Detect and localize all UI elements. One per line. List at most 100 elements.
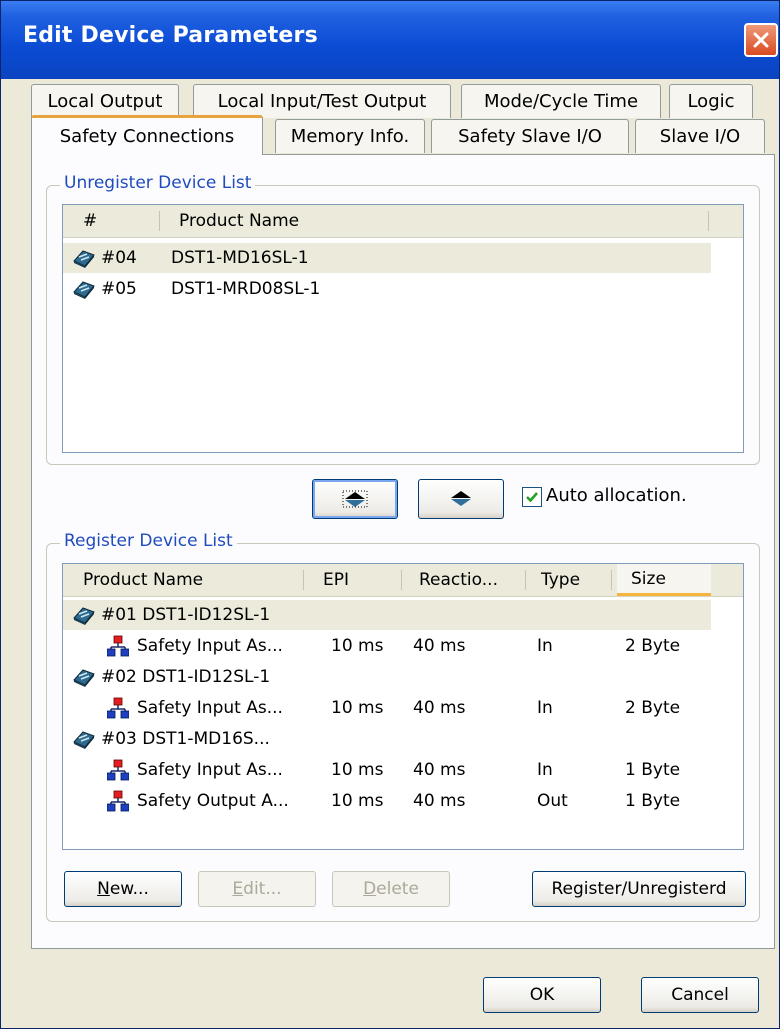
button-mnemonic: E bbox=[232, 879, 244, 899]
button-mnemonic: D bbox=[363, 879, 377, 899]
device-icon bbox=[71, 600, 97, 630]
edit-button[interactable]: Edit... bbox=[198, 871, 316, 907]
close-button[interactable] bbox=[744, 23, 778, 57]
cancel-button[interactable]: Cancel bbox=[641, 977, 759, 1013]
tab-memory-info[interactable]: Memory Info. bbox=[275, 119, 425, 153]
connection-reaction: 40 ms bbox=[413, 791, 466, 811]
connection-epi: 10 ms bbox=[331, 760, 384, 780]
device-label: #01 DST1-ID12SL-1 bbox=[101, 605, 271, 625]
unregister-device-list[interactable]: # Product Name #04 DST1-MD16SL-1 #05 DST… bbox=[62, 204, 744, 453]
register-unregister-button[interactable]: Register/Unregisterd bbox=[532, 871, 746, 907]
new-button[interactable]: New... bbox=[64, 871, 182, 907]
column-separator[interactable] bbox=[303, 570, 304, 590]
close-icon bbox=[753, 32, 769, 48]
connection-icon bbox=[107, 786, 129, 816]
connection-type: In bbox=[537, 636, 553, 656]
title-bar[interactable]: Edit Device Parameters bbox=[1, 1, 779, 79]
unregister-move-up-button[interactable] bbox=[418, 479, 504, 519]
connection-reaction: 40 ms bbox=[413, 636, 466, 656]
column-separator[interactable] bbox=[611, 570, 612, 590]
connection-icon bbox=[107, 755, 129, 785]
list-item[interactable]: Safety Input As... 10 ms 40 ms In 2 Byte bbox=[63, 693, 711, 723]
tab-label: Slave I/O bbox=[659, 126, 741, 147]
register-group-title: Register Device List bbox=[60, 531, 237, 551]
register-device-list[interactable]: Product Name EPI Reactio... Type Size #0… bbox=[62, 563, 744, 850]
column-separator[interactable] bbox=[525, 570, 526, 590]
list-item[interactable]: #05 DST1-MRD08SL-1 bbox=[63, 274, 711, 304]
tab-mode-cycle-time[interactable]: Mode/Cycle Time bbox=[461, 84, 661, 118]
tab-logic[interactable]: Logic bbox=[669, 84, 753, 118]
connection-name: Safety Input As... bbox=[137, 698, 283, 718]
tab-label: Logic bbox=[687, 91, 735, 112]
button-mnemonic: N bbox=[97, 879, 110, 899]
device-product-name: DST1-MD16SL-1 bbox=[171, 248, 309, 268]
check-icon bbox=[526, 492, 538, 503]
column-header-size[interactable]: Size bbox=[617, 564, 711, 596]
connection-epi: 10 ms bbox=[331, 636, 384, 656]
dialog-window: Edit Device Parameters Local Output Loca… bbox=[0, 0, 780, 1029]
connection-type: In bbox=[537, 760, 553, 780]
connection-size: 1 Byte bbox=[625, 760, 681, 780]
connection-type: Out bbox=[537, 791, 568, 811]
tab-local-output[interactable]: Local Output bbox=[31, 84, 179, 118]
list-item[interactable]: Safety Input As... 10 ms 40 ms In 1 Byte bbox=[63, 755, 711, 785]
list-header: Product Name EPI Reactio... Type Size bbox=[63, 564, 743, 597]
device-number: #05 bbox=[101, 279, 137, 299]
register-move-down-button[interactable] bbox=[312, 479, 398, 519]
connection-name: Safety Input As... bbox=[137, 760, 283, 780]
connection-reaction: 40 ms bbox=[413, 698, 466, 718]
connection-name: Safety Input As... bbox=[137, 636, 283, 656]
connection-reaction: 40 ms bbox=[413, 760, 466, 780]
list-item[interactable]: #02 DST1-ID12SL-1 bbox=[63, 662, 711, 692]
list-header: # Product Name bbox=[63, 205, 743, 238]
tab-label: Safety Connections bbox=[59, 126, 235, 147]
connection-size: 1 Byte bbox=[625, 791, 681, 811]
arrow-down-icon bbox=[342, 490, 368, 508]
tab-label: Local Output bbox=[47, 91, 163, 112]
connection-name: Safety Output A... bbox=[137, 791, 289, 811]
tab-local-input-test-output[interactable]: Local Input/Test Output bbox=[193, 84, 451, 118]
column-separator[interactable] bbox=[159, 211, 160, 231]
column-header-product-name[interactable]: Product Name bbox=[83, 564, 283, 596]
connection-epi: 10 ms bbox=[331, 698, 384, 718]
safety-connections-panel: Unregister Device List # Product Name #0… bbox=[31, 154, 775, 949]
tab-label: Safety Slave I/O bbox=[458, 126, 602, 147]
tab-safety-connections[interactable]: Safety Connections bbox=[31, 115, 263, 155]
connection-size: 2 Byte bbox=[625, 636, 681, 656]
tab-safety-slave-io[interactable]: Safety Slave I/O bbox=[431, 119, 629, 153]
device-number: #04 bbox=[101, 248, 137, 268]
list-item[interactable]: #01 DST1-ID12SL-1 bbox=[63, 600, 711, 630]
auto-allocation-checkbox[interactable] bbox=[522, 487, 542, 507]
device-icon bbox=[71, 274, 97, 304]
list-item[interactable]: Safety Output A... 10 ms 40 ms Out 1 Byt… bbox=[63, 786, 711, 816]
column-header-number[interactable]: # bbox=[83, 205, 153, 237]
connection-size: 2 Byte bbox=[625, 698, 681, 718]
tab-label: Memory Info. bbox=[290, 126, 410, 147]
device-icon bbox=[71, 662, 97, 692]
column-header-product-name[interactable]: Product Name bbox=[179, 205, 579, 237]
button-label: ew... bbox=[109, 879, 149, 899]
list-item[interactable]: Safety Input As... 10 ms 40 ms In 2 Byte bbox=[63, 631, 711, 661]
connection-epi: 10 ms bbox=[331, 791, 384, 811]
column-separator[interactable] bbox=[401, 570, 402, 590]
connection-icon bbox=[107, 693, 129, 723]
tab-slave-io[interactable]: Slave I/O bbox=[635, 119, 765, 153]
button-label: elete bbox=[376, 879, 419, 899]
column-header-epi[interactable]: EPI bbox=[323, 564, 393, 596]
device-product-name: DST1-MRD08SL-1 bbox=[171, 279, 321, 299]
column-separator[interactable] bbox=[708, 211, 709, 231]
device-icon bbox=[71, 724, 97, 754]
column-header-type[interactable]: Type bbox=[541, 564, 611, 596]
delete-button[interactable]: Delete bbox=[332, 871, 450, 907]
unregister-group-title: Unregister Device List bbox=[60, 173, 256, 193]
list-item[interactable]: #03 DST1-MD16S... bbox=[63, 724, 711, 754]
column-header-reaction[interactable]: Reactio... bbox=[419, 564, 529, 596]
tab-label: Mode/Cycle Time bbox=[483, 91, 639, 112]
auto-allocation-label[interactable]: Auto allocation. bbox=[546, 485, 687, 506]
arrow-up-icon bbox=[451, 491, 471, 506]
device-label: #02 DST1-ID12SL-1 bbox=[101, 667, 271, 687]
dialog-client-area: Local Output Local Input/Test Output Mod… bbox=[7, 79, 775, 1024]
ok-button[interactable]: OK bbox=[483, 977, 601, 1013]
list-item[interactable]: #04 DST1-MD16SL-1 bbox=[63, 243, 711, 273]
connection-type: In bbox=[537, 698, 553, 718]
